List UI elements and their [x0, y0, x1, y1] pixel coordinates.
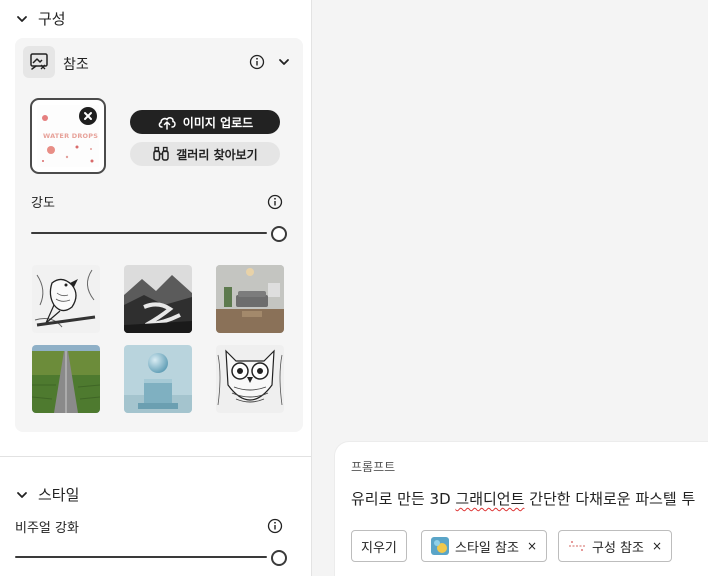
- visual-intensity-slider-track: [15, 556, 267, 558]
- chevron-down-icon: [16, 13, 28, 25]
- visual-intensity-slider[interactable]: [15, 550, 291, 566]
- section-divider: [0, 456, 311, 457]
- browse-gallery-label: 갤러리 찾아보기: [176, 147, 258, 162]
- composition-reference-label: 구성 참조: [592, 540, 644, 556]
- reference-card: 참조 WATER DROPS 이미지 업로드 갤러리 찾아보기 강도: [15, 38, 303, 432]
- strength-label: 강도: [31, 196, 55, 211]
- living-room-interior-thumbnail[interactable]: [216, 265, 284, 333]
- left-panel: 구성 참조 WATER DROPS 이미지 업로드 갤러리 찾아보기 강도 스타…: [0, 0, 312, 576]
- clear-label: 지우기: [361, 540, 397, 556]
- composition-title: 구성: [38, 10, 66, 28]
- info-icon[interactable]: [267, 518, 283, 534]
- road-through-fields-thumbnail[interactable]: [32, 345, 100, 413]
- reference-title: 참조: [63, 57, 89, 73]
- remove-style-reference-icon[interactable]: ×: [527, 539, 537, 553]
- visual-intensity-label: 비주얼 강화: [15, 521, 79, 536]
- style-section-header[interactable]: 스타일: [16, 484, 79, 505]
- style-title: 스타일: [38, 486, 80, 504]
- reference-icon: [23, 46, 55, 78]
- strength-slider-knob[interactable]: [271, 226, 287, 242]
- prompt-text-flagged: 그래디언트: [455, 490, 525, 508]
- strength-slider-track: [31, 232, 267, 234]
- bird-line-art-thumbnail[interactable]: [32, 265, 100, 333]
- composition-section-header[interactable]: 구성: [16, 8, 66, 29]
- owl-line-art-thumbnail[interactable]: [216, 345, 284, 413]
- prompt-card: 프롬프트 유리로 만든 3D 그래디언트 간단한 다채로운 파스텔 투 지우기 …: [335, 442, 708, 576]
- reference-preview[interactable]: WATER DROPS: [30, 98, 106, 174]
- composition-reference-thumbnail: [568, 537, 586, 555]
- remove-reference-icon[interactable]: [79, 107, 97, 125]
- chevron-down-icon: [16, 489, 28, 501]
- visual-intensity-slider-knob[interactable]: [271, 550, 287, 566]
- style-reference-label: 스타일 참조: [455, 540, 519, 556]
- remove-composition-reference-icon[interactable]: ×: [652, 539, 662, 553]
- strength-slider[interactable]: [31, 226, 289, 242]
- upload-image-label: 이미지 업로드: [182, 115, 254, 130]
- composition-reference-chip[interactable]: 구성 참조 ×: [558, 530, 673, 562]
- browse-gallery-button[interactable]: 갤러리 찾아보기: [130, 142, 280, 166]
- chevron-down-icon[interactable]: [278, 56, 290, 68]
- info-icon[interactable]: [267, 194, 283, 210]
- reference-gallery: [32, 265, 286, 415]
- upload-image-button[interactable]: 이미지 업로드: [130, 110, 280, 134]
- prompt-label: 프롬프트: [351, 460, 396, 474]
- cloud-upload-icon: [158, 117, 176, 130]
- prompt-text-before: 유리로 만든 3D: [351, 490, 456, 508]
- style-reference-thumbnail: [431, 537, 449, 555]
- binoculars-icon: [153, 146, 170, 161]
- prompt-input[interactable]: 유리로 만든 3D 그래디언트 간단한 다채로운 파스텔 투: [351, 488, 695, 509]
- misty-mountain-lake-thumbnail[interactable]: [124, 265, 192, 333]
- info-icon[interactable]: [249, 54, 265, 70]
- sphere-on-pedestal-thumbnail[interactable]: [124, 345, 192, 413]
- clear-button[interactable]: 지우기: [351, 530, 407, 562]
- style-reference-chip[interactable]: 스타일 참조 ×: [421, 530, 547, 562]
- preview-text: WATER DROPS: [43, 132, 99, 140]
- prompt-text-after: 간단한 다채로운 파스텔 투: [524, 490, 696, 508]
